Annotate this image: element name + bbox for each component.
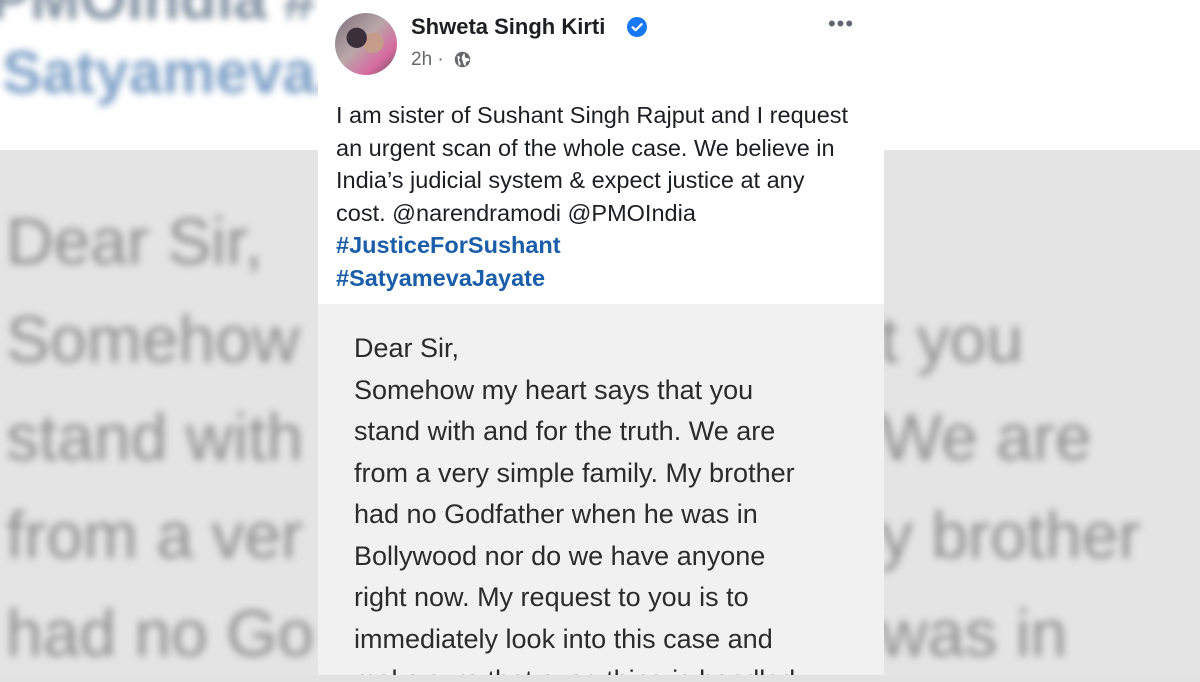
- post-card: Shweta Singh Kirti 2h · ••• I am sister …: [318, 0, 884, 675]
- background-line-right: was in: [880, 596, 1068, 670]
- more-options-icon[interactable]: •••: [826, 12, 856, 36]
- letter-line: from a very simple family. My brother: [354, 457, 795, 488]
- letter-line: stand with and for the truth. We are: [354, 416, 776, 446]
- verified-badge-icon: [627, 17, 647, 37]
- author-avatar[interactable]: [335, 13, 397, 75]
- background-line-right: We are: [880, 400, 1092, 474]
- background-top-line-2: Satyameva.: [2, 39, 333, 106]
- background-line-left: from a ver: [6, 498, 304, 572]
- globe-icon: [454, 51, 471, 68]
- background-line-left: had no Go: [6, 596, 315, 670]
- background-line-left: Somehow: [6, 302, 300, 376]
- post-header: Shweta Singh Kirti 2h · •••: [318, 0, 884, 90]
- background-top-line-1: PMOIndia #: [0, 0, 317, 33]
- letter-line: Bollywood nor do we have anyone: [354, 540, 766, 571]
- letter-line: right now. My request to you is to: [354, 582, 749, 612]
- background-line-right: t you: [880, 302, 1024, 376]
- post-body-text: I am sister of Sushant Singh Rajput and …: [336, 102, 849, 226]
- post-time[interactable]: 2h: [411, 49, 432, 70]
- meta-separator: ·: [437, 49, 444, 70]
- hashtag-justice-for-sushant[interactable]: #JusticeForSushant: [336, 232, 561, 258]
- letter-line: make sure that everything is handled: [354, 660, 874, 675]
- letter-text: Dear Sir, Somehow my heart says that you…: [354, 328, 874, 675]
- background-line-right: y brother: [880, 498, 1141, 572]
- letter-line: Dear Sir,: [354, 333, 460, 363]
- post-meta: 2h ·: [411, 49, 444, 71]
- letter-image[interactable]: Dear Sir, Somehow my heart says that you…: [318, 304, 884, 675]
- background-line-left: stand with: [6, 400, 304, 474]
- post-body: I am sister of Sushant Singh Rajput and …: [336, 99, 856, 294]
- letter-line: Somehow my heart says that you: [354, 374, 754, 405]
- author-name[interactable]: Shweta Singh Kirti: [411, 14, 605, 40]
- letter-line: immediately look into this case and: [354, 623, 773, 654]
- letter-line: had no Godfather when he was in: [354, 499, 758, 529]
- background-line-left: Dear Sir,: [6, 204, 263, 278]
- hashtag-satyameva-jayate[interactable]: #SatyamevaJayate: [336, 265, 545, 291]
